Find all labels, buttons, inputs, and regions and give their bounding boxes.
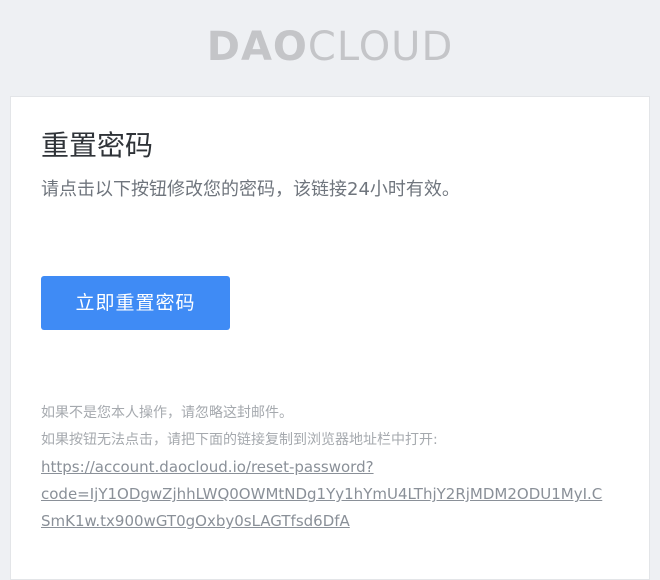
- logo-cloud-text: CLOUD: [307, 24, 454, 70]
- reset-link-line-3[interactable]: SmK1w.tx900wGT0gOxby0sLAGTfsd6DfA: [41, 508, 621, 535]
- footer-notes: 如果不是您本人操作，请忽略这封邮件。 如果按钮无法点击，请把下面的链接复制到浏览…: [41, 400, 438, 454]
- reset-link-line-1[interactable]: https://account.daocloud.io/reset-passwo…: [41, 454, 621, 481]
- reset-password-button[interactable]: 立即重置密码: [41, 276, 230, 330]
- ignore-note: 如果不是您本人操作，请忽略这封邮件。: [41, 405, 293, 421]
- reset-link-line-2[interactable]: code=IjY1ODgwZjhhLWQ0OWMtNDg1Yy1hYmU4LTh…: [41, 481, 621, 508]
- instruction-text: 请点击以下按钮修改您的密码，该链接24小时有效。: [41, 179, 460, 200]
- fallback-note: 如果按钮无法点击，请把下面的链接复制到浏览器地址栏中打开:: [41, 432, 438, 448]
- reset-password-link[interactable]: https://account.daocloud.io/reset-passwo…: [41, 454, 621, 535]
- logo-dao-text: DAO: [206, 24, 308, 70]
- daocloud-logo: DAO CLOUD: [207, 27, 454, 67]
- page-title: 重置密码: [41, 129, 154, 162]
- email-header: DAO CLOUD: [0, 0, 660, 96]
- email-card: 重置密码 请点击以下按钮修改您的密码，该链接24小时有效。 立即重置密码 如果不…: [10, 96, 650, 580]
